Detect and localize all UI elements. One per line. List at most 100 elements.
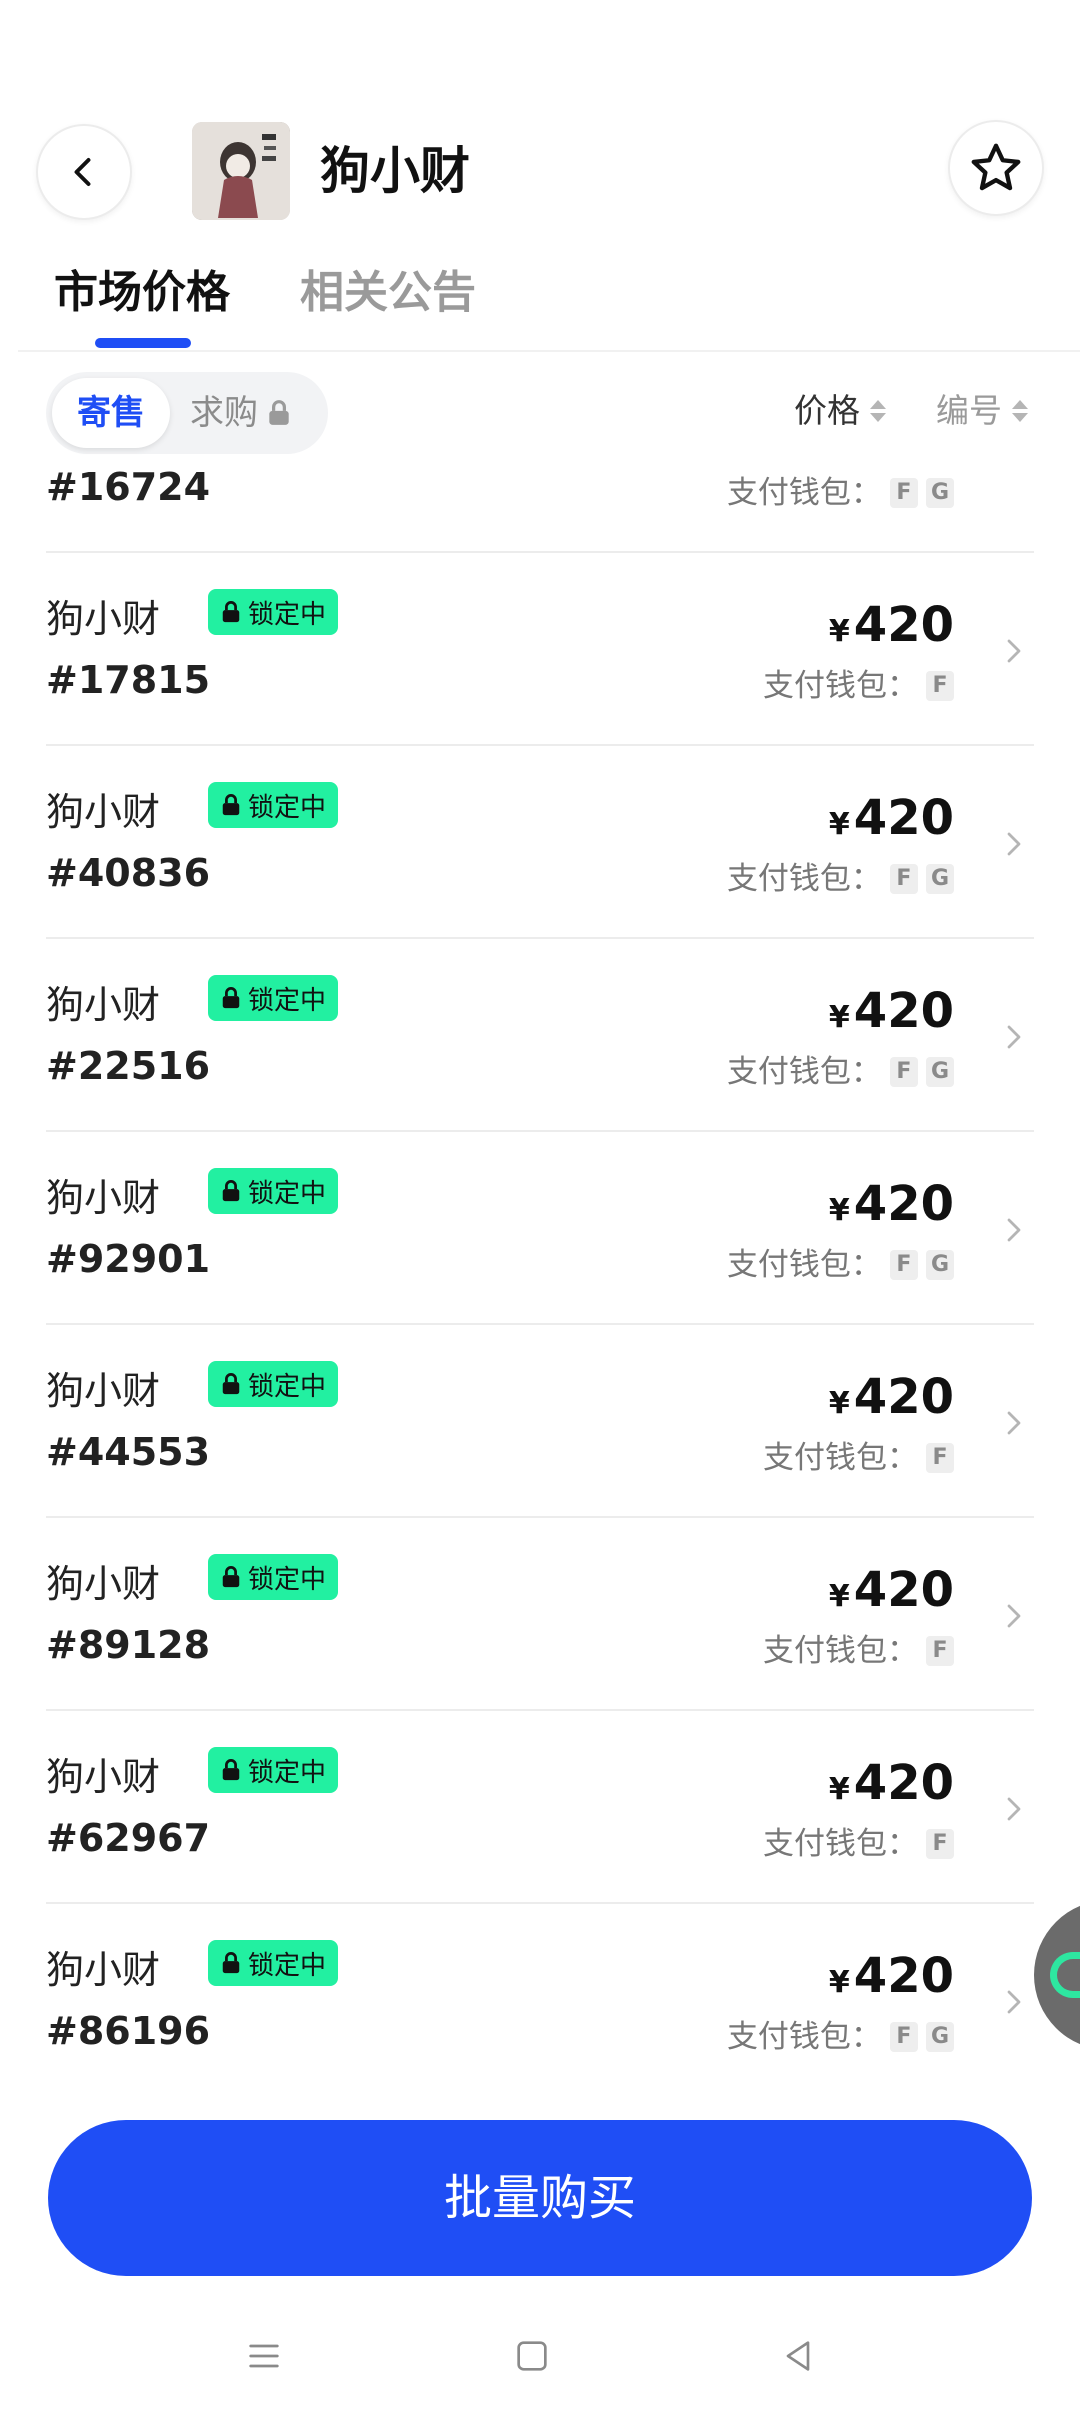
wallet-label: 支付钱包：	[763, 1826, 918, 1862]
wallet-info: 支付钱包： FG	[727, 2014, 954, 2060]
item-name: 狗小财	[46, 597, 161, 641]
list-item[interactable]: 狗小财 锁定中 #17815 ¥420 支付钱包： F	[46, 553, 1034, 746]
price-value: 420	[853, 983, 954, 1039]
chevron-right-icon	[994, 1982, 1034, 2022]
locked-label: 锁定中	[248, 1371, 327, 1402]
bulk-buy-button[interactable]: 批量购买	[48, 2120, 1032, 2276]
currency-symbol: ¥	[828, 1965, 850, 2000]
item-price: ¥420	[829, 1753, 954, 1824]
locked-badge: 锁定中	[208, 589, 339, 635]
currency-symbol: ¥	[828, 807, 850, 842]
wallet-tag: F	[889, 1250, 918, 1280]
list-item[interactable]: 狗小财 锁定中 #92901 ¥420 支付钱包： FG	[46, 1132, 1034, 1325]
wallet-tag: F	[889, 864, 918, 894]
list-item[interactable]: 狗小财 锁定中 #44553 ¥420 支付钱包： F	[46, 1325, 1034, 1518]
item-name: 狗小财	[46, 790, 161, 834]
wallet-info: 支付钱包： FG	[727, 856, 954, 902]
wallet-label: 支付钱包：	[726, 861, 882, 897]
home-icon[interactable]	[508, 2332, 556, 2380]
sort-arrows-icon	[870, 400, 886, 422]
lock-icon	[220, 1179, 242, 1203]
page-title: 狗小财	[320, 142, 470, 200]
chevron-right-icon	[994, 1210, 1034, 1250]
wallet-label: 支付钱包：	[726, 1054, 882, 1090]
sort-by-price[interactable]: 价格	[794, 386, 886, 436]
wallet-info: 支付钱包： FG	[727, 1242, 954, 1288]
item-id: #62967	[46, 1816, 211, 1860]
wallet-info: 支付钱包： F G	[727, 470, 954, 516]
tab-market-price[interactable]: 市场价格	[54, 262, 230, 324]
chevron-right-icon	[994, 1596, 1034, 1636]
wallet-info: 支付钱包： F	[763, 1628, 954, 1674]
system-nav-bar	[0, 2296, 1080, 2412]
price-value: 420	[853, 1948, 954, 2004]
back-triangle-icon[interactable]	[774, 2332, 822, 2380]
locked-badge: 锁定中	[208, 975, 339, 1021]
segment-sell[interactable]: 寄售	[52, 378, 170, 448]
currency-symbol: ¥	[828, 1772, 850, 1807]
wallet-label: 支付钱包：	[763, 1633, 918, 1669]
wallet-tag: F	[889, 1057, 918, 1087]
locked-badge: 锁定中	[208, 782, 339, 828]
lock-icon	[269, 400, 289, 425]
segment-buy-label: 求购	[190, 393, 258, 433]
list-item[interactable]: 狗小财 锁定中 #89128 ¥420 支付钱包： F	[46, 1518, 1034, 1711]
item-name: 狗小财	[46, 1755, 161, 1799]
menu-icon[interactable]	[240, 2332, 288, 2380]
list-item[interactable]: 狗小财 锁定中 #22516 ¥420 支付钱包： FG	[46, 939, 1034, 1132]
wallet-label: 支付钱包：	[726, 475, 882, 511]
item-id: #44553	[46, 1430, 211, 1474]
item-price: ¥420	[829, 981, 954, 1052]
lock-icon	[220, 986, 242, 1010]
favorite-button[interactable]	[948, 120, 1044, 216]
wallet-tag: F	[889, 478, 918, 508]
lock-icon	[220, 1372, 242, 1396]
locked-badge: 锁定中	[208, 1747, 339, 1793]
wallet-label: 支付钱包：	[726, 2019, 882, 2055]
list-item[interactable]: 狗小财 锁定中 #86196 ¥420 支付钱包： FG	[46, 1904, 1034, 2070]
list-item[interactable]: #16724 支付钱包： F G	[46, 460, 1034, 553]
wallet-label: 支付钱包：	[763, 668, 918, 704]
list-item[interactable]: 狗小财 锁定中 #40836 ¥420 支付钱包： FG	[46, 746, 1034, 939]
sort-price-label: 价格	[794, 391, 860, 430]
item-name: 狗小财	[46, 1369, 161, 1413]
sort-by-number[interactable]: 编号	[936, 386, 1028, 436]
currency-symbol: ¥	[828, 1193, 850, 1228]
price-value: 420	[853, 1369, 954, 1425]
currency-symbol: ¥	[828, 1000, 850, 1035]
locked-label: 锁定中	[248, 985, 327, 1016]
lock-icon	[220, 1565, 242, 1589]
star-icon	[971, 143, 1021, 191]
back-button[interactable]	[36, 124, 132, 220]
locked-badge: 锁定中	[208, 1361, 339, 1407]
lock-icon	[220, 1758, 242, 1782]
wallet-tag: F	[926, 1443, 954, 1473]
chevron-right-icon	[994, 631, 1034, 671]
item-price: ¥420	[829, 788, 954, 859]
wallet-tag: G	[925, 2022, 954, 2052]
lock-icon	[220, 1951, 242, 1975]
tab-announcements[interactable]: 相关公告	[300, 262, 476, 324]
locked-label: 锁定中	[248, 1757, 327, 1788]
item-id: #86196	[46, 2009, 211, 2053]
item-price: ¥420	[829, 595, 954, 666]
wallet-info: 支付钱包： F	[763, 663, 954, 709]
segment-buy[interactable]: 求购	[190, 378, 292, 448]
locked-badge: 锁定中	[208, 1554, 339, 1600]
wallet-tag: G	[925, 1057, 954, 1087]
tab-indicator	[95, 338, 191, 348]
wallet-label: 支付钱包：	[763, 1440, 918, 1476]
locked-label: 锁定中	[248, 599, 327, 630]
locked-badge: 锁定中	[208, 1168, 339, 1214]
currency-symbol: ¥	[828, 614, 850, 649]
currency-symbol: ¥	[828, 1579, 850, 1614]
list-item[interactable]: 狗小财 锁定中 #62967 ¥420 支付钱包： F	[46, 1711, 1034, 1904]
lock-icon	[220, 600, 242, 624]
sort-number-label: 编号	[936, 391, 1002, 430]
item-name: 狗小财	[46, 983, 161, 1027]
locked-badge: 锁定中	[208, 1940, 339, 1986]
chevron-left-icon	[74, 158, 91, 186]
item-price: ¥420	[829, 1946, 954, 2017]
chevron-right-icon	[994, 1403, 1034, 1443]
item-id: #17815	[46, 658, 211, 702]
